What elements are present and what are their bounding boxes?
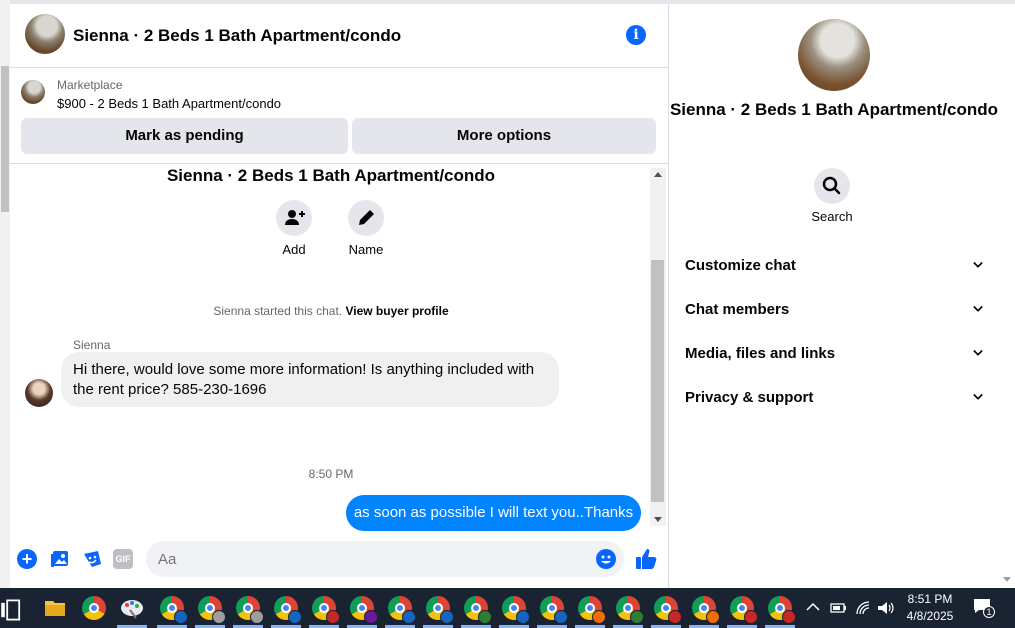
incoming-message[interactable]: Hi there, would love some more informati… bbox=[61, 352, 559, 407]
section-media-files-links[interactable]: Media, files and links bbox=[685, 331, 983, 375]
add-label: Add bbox=[282, 242, 306, 257]
clock-date: 4/8/2025 bbox=[906, 609, 954, 623]
view-buyer-profile-link[interactable]: View buyer profile bbox=[345, 304, 448, 318]
notification-count-badge: 1 bbox=[983, 606, 995, 618]
listing-title[interactable]: $900 - 2 Beds 1 Bath Apartment/condo bbox=[57, 96, 281, 111]
started-text: Sienna started this chat. bbox=[213, 304, 343, 318]
info-title: Sienna · 2 Beds 1 Bath Apartment/condo bbox=[669, 100, 999, 119]
volume-icon[interactable] bbox=[877, 600, 895, 616]
scroll-down-arrow-icon[interactable] bbox=[654, 517, 662, 522]
section-label: Chat members bbox=[685, 300, 790, 318]
scroll-down-arrow-icon[interactable] bbox=[1003, 577, 1011, 582]
chat-title[interactable]: Sienna · 2 Beds 1 Bath Apartment/condo bbox=[73, 26, 401, 46]
more-options-button[interactable]: More options bbox=[352, 118, 656, 154]
chrome-profile-icon[interactable] bbox=[388, 596, 416, 624]
chevron-down-icon bbox=[973, 305, 983, 312]
chevron-down-icon bbox=[973, 261, 983, 268]
chat-header: Sienna · 2 Beds 1 Bath Apartment/condo i bbox=[10, 4, 668, 68]
photo-icon[interactable] bbox=[50, 549, 70, 569]
chrome-profile-icon[interactable] bbox=[464, 596, 492, 624]
search-label: Search bbox=[811, 209, 853, 224]
file-explorer-icon[interactable] bbox=[43, 596, 67, 620]
chat-info-panel: Sienna · 2 Beds 1 Bath Apartment/condo S… bbox=[669, 4, 999, 588]
edit-name-button[interactable]: Name bbox=[336, 200, 396, 257]
chevron-up-icon[interactable] bbox=[806, 602, 820, 612]
search-icon[interactable] bbox=[814, 168, 850, 204]
chrome-profile-icon[interactable] bbox=[654, 596, 682, 624]
chrome-profile-icon[interactable] bbox=[426, 596, 454, 624]
chrome-profile-icon[interactable] bbox=[160, 596, 188, 624]
windows-taskbar: 8:51 PM 4/8/2025 1 bbox=[0, 588, 1015, 628]
wifi-icon[interactable] bbox=[855, 600, 871, 616]
chat-avatar[interactable] bbox=[25, 14, 65, 54]
chrome-icon[interactable] bbox=[82, 596, 106, 620]
section-label: Customize chat bbox=[685, 256, 796, 274]
add-person-icon bbox=[276, 200, 312, 236]
conversation-title: Sienna · 2 Beds 1 Bath Apartment/condo bbox=[166, 166, 496, 185]
add-people-button[interactable]: Add bbox=[264, 200, 324, 257]
chrome-profile-icon[interactable] bbox=[274, 596, 302, 624]
messages-scrollbar-thumb[interactable] bbox=[651, 260, 664, 502]
paint-app-icon[interactable] bbox=[120, 596, 144, 620]
chrome-profile-icon[interactable] bbox=[578, 596, 606, 624]
listing-thumbnail[interactable] bbox=[21, 80, 45, 104]
message-input[interactable] bbox=[146, 541, 624, 577]
messages-scrollbar[interactable] bbox=[650, 168, 666, 526]
chrome-profile-icon[interactable] bbox=[616, 596, 644, 624]
chat-panel: Sienna · 2 Beds 1 Bath Apartment/condo i… bbox=[10, 4, 668, 588]
chrome-profile-icon[interactable] bbox=[312, 596, 340, 624]
section-privacy-support[interactable]: Privacy & support bbox=[685, 375, 983, 419]
emoji-icon[interactable] bbox=[596, 549, 616, 569]
chevron-down-icon bbox=[973, 393, 983, 400]
section-chat-members[interactable]: Chat members bbox=[685, 287, 983, 331]
chrome-profile-icon[interactable] bbox=[768, 596, 796, 624]
outgoing-message[interactable]: as soon as possible I will text you..Tha… bbox=[346, 495, 641, 531]
chevron-down-icon bbox=[973, 349, 983, 356]
system-clock[interactable]: 8:51 PM 4/8/2025 bbox=[905, 591, 955, 625]
section-customize-chat[interactable]: Customize chat bbox=[685, 243, 983, 287]
info-icon[interactable]: i bbox=[626, 25, 646, 45]
marketplace-label: Marketplace bbox=[57, 78, 123, 92]
thumbs-up-icon[interactable] bbox=[635, 548, 657, 570]
chrome-profile-icon[interactable] bbox=[198, 596, 226, 624]
battery-icon[interactable] bbox=[830, 601, 848, 615]
chrome-profile-icon[interactable] bbox=[350, 596, 378, 624]
notification-center-icon[interactable]: 1 bbox=[973, 598, 995, 618]
info-avatar[interactable] bbox=[798, 19, 870, 91]
message-composer: + GIF bbox=[10, 536, 668, 588]
pencil-icon bbox=[348, 200, 384, 236]
message-timestamp: 8:50 PM bbox=[308, 467, 354, 481]
info-scrollbar[interactable] bbox=[999, 4, 1015, 588]
page-scrollbar[interactable] bbox=[0, 0, 10, 588]
marketplace-banner: Marketplace $900 - 2 Beds 1 Bath Apartme… bbox=[10, 68, 668, 164]
chrome-profile-icon[interactable] bbox=[502, 596, 530, 624]
chrome-profile-icon[interactable] bbox=[692, 596, 720, 624]
page-scrollbar-thumb[interactable] bbox=[1, 66, 9, 212]
sender-name: Sienna bbox=[73, 338, 111, 352]
name-label: Name bbox=[348, 242, 384, 257]
clock-time: 8:51 PM bbox=[907, 592, 953, 606]
sticker-icon[interactable] bbox=[82, 549, 102, 569]
section-label: Media, files and links bbox=[685, 344, 836, 362]
chat-started-notice: Sienna started this chat. View buyer pro… bbox=[10, 304, 652, 318]
sender-avatar[interactable] bbox=[25, 379, 53, 407]
message-list: Sienna · 2 Beds 1 Bath Apartment/condo A… bbox=[10, 164, 652, 536]
chrome-profile-icon[interactable] bbox=[540, 596, 568, 624]
scroll-up-arrow-icon[interactable] bbox=[654, 172, 662, 177]
mark-as-pending-button[interactable]: Mark as pending bbox=[21, 118, 348, 154]
chrome-profile-icon[interactable] bbox=[730, 596, 758, 624]
plus-icon[interactable]: + bbox=[17, 549, 37, 569]
gif-icon[interactable]: GIF bbox=[113, 549, 133, 569]
task-view-icon[interactable] bbox=[0, 598, 24, 622]
messenger-window: Sienna · 2 Beds 1 Bath Apartment/condo i… bbox=[0, 0, 1015, 628]
chrome-profile-icon[interactable] bbox=[236, 596, 264, 624]
section-label: Privacy & support bbox=[685, 388, 814, 406]
